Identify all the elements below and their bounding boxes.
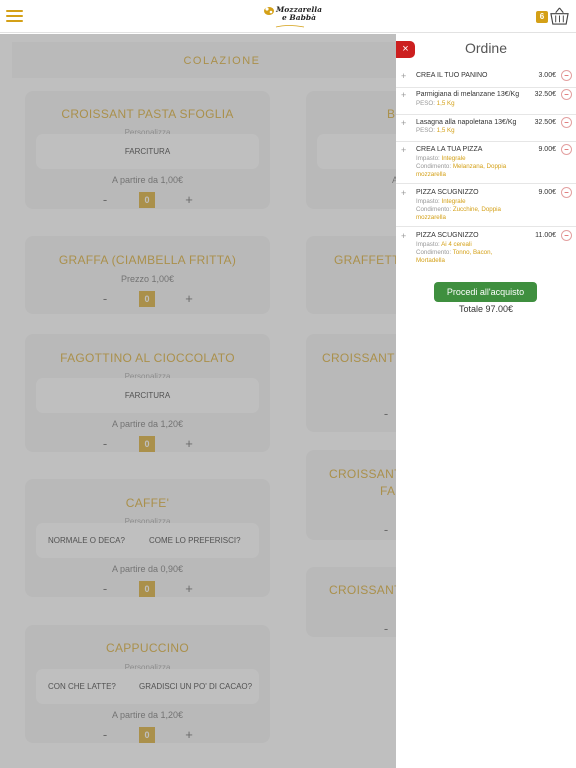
order-item: + CREA IL TUO PANINO 3.00€ − <box>396 70 576 88</box>
item-name: Parmigiana di melanzane 13€/Kg <box>416 91 520 98</box>
order-item: + Lasagna alla napoletana 13€/Kg 32.50€ … <box>396 117 576 142</box>
order-total: Totale 97.00€ <box>458 304 514 314</box>
close-panel-button[interactable]: × <box>396 41 415 58</box>
item-price: 9.00€ <box>538 146 556 153</box>
logo-line-2: e Babbà <box>282 13 316 22</box>
add-item-button[interactable]: + <box>401 118 406 128</box>
remove-item-button[interactable]: − <box>561 187 572 198</box>
item-price: 11.00€ <box>535 232 556 239</box>
item-price: 32.50€ <box>534 91 556 98</box>
remove-item-button[interactable]: − <box>561 230 572 241</box>
item-detail: Impasto: Integrale <box>416 155 466 162</box>
item-detail: Mortadella <box>416 257 445 264</box>
order-item: + PIZZA SCUGNIZZO 9.00€ − Impasto: Integ… <box>396 187 576 227</box>
item-price: 9.00€ <box>538 189 556 196</box>
checkout-button[interactable]: Procedi all'acquisto <box>434 282 537 302</box>
item-detail: Condimento: Zucchine, Doppia <box>416 206 501 213</box>
remove-item-button[interactable]: − <box>561 144 572 155</box>
item-detail: Condimento: Melanzana, Doppia <box>416 163 507 170</box>
add-item-button[interactable]: + <box>401 90 406 100</box>
order-panel: Ordine × + CREA IL TUO PANINO 3.00€ − + … <box>396 34 576 768</box>
top-bar: Mozzarella e Babbà 6 <box>0 0 576 33</box>
item-detail: PESO: 1,5 Kg <box>416 127 455 134</box>
panel-title: Ordine <box>464 40 508 56</box>
add-item-button[interactable]: + <box>401 71 406 81</box>
item-detail: Impasto: Ai 4 cereali <box>416 241 472 248</box>
item-price: 3.00€ <box>538 72 556 79</box>
add-item-button[interactable]: + <box>401 188 406 198</box>
item-name: CREA IL TUO PANINO <box>416 72 488 79</box>
order-item: + CREA LA TUA PIZZA 9.00€ − Impasto: Int… <box>396 144 576 184</box>
item-detail: Condimento: Tonno, Bacon, <box>416 249 493 256</box>
menu-icon[interactable] <box>6 10 23 24</box>
item-name: CREA LA TUA PIZZA <box>416 146 483 153</box>
cart-count-badge[interactable]: 6 <box>536 11 548 23</box>
modal-overlay[interactable] <box>0 34 396 768</box>
order-item: + PIZZA SCUGNIZZO 11.00€ − Impasto: Ai 4… <box>396 230 576 268</box>
item-name: Lasagna alla napoletana 13€/Kg <box>416 119 517 126</box>
item-detail: Impasto: Integrale <box>416 198 466 205</box>
item-detail: mozzarella <box>416 171 446 178</box>
add-item-button[interactable]: + <box>401 231 406 241</box>
item-name: PIZZA SCUGNIZZO <box>416 232 479 239</box>
logo[interactable]: Mozzarella e Babbà <box>262 3 322 30</box>
item-name: PIZZA SCUGNIZZO <box>416 189 479 196</box>
item-price: 32.50€ <box>534 119 556 126</box>
remove-item-button[interactable]: − <box>561 117 572 128</box>
remove-item-button[interactable]: − <box>561 89 572 100</box>
logo-text: Mozzarella e Babbà <box>276 6 322 22</box>
remove-item-button[interactable]: − <box>561 70 572 81</box>
order-item: + Parmigiana di melanzane 13€/Kg 32.50€ … <box>396 89 576 115</box>
add-item-button[interactable]: + <box>401 145 406 155</box>
item-detail: PESO: 1,5 Kg <box>416 100 455 107</box>
item-detail: mozzarella <box>416 214 446 221</box>
basket-icon[interactable] <box>550 7 569 26</box>
